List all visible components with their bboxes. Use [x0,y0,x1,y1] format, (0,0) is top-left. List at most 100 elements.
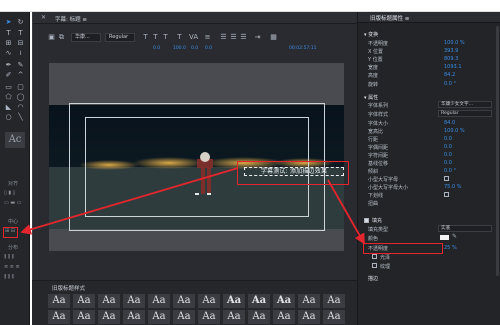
area-type-tool-icon[interactable]: ⊞ [4,39,13,47]
style-swatch[interactable]: Aa [98,294,120,308]
style-swatch[interactable]: Aa [298,310,320,324]
style-swatch[interactable]: Aa [223,294,245,308]
style-swatch[interactable]: Aa [73,294,95,308]
subtitle-text[interactable]: 字幕测试: 添加描边效果 [244,167,344,176]
font-family-select[interactable]: 华康... [71,33,101,42]
eyedropper-icon[interactable]: ✎ [452,233,457,240]
style-swatch[interactable]: Aa [48,310,70,324]
font-style-dropdown[interactable]: Regular [438,110,492,117]
style-swatch[interactable]: Aa [298,294,320,308]
wedge-tool-icon[interactable]: ◣ [4,103,13,111]
font-size-icon[interactable]: T [175,33,184,41]
arc-tool-icon[interactable]: ◠ [16,103,25,111]
properties-section-label[interactable]: ▾ 属性 [364,94,378,101]
style-swatch[interactable]: Aa [198,310,220,324]
stroke-section-label[interactable]: 描边 [368,275,378,282]
font-style-select[interactable]: Regular [105,33,135,42]
style-swatch[interactable]: Aa [248,294,270,308]
tracking-value[interactable]: 0.0 [153,46,160,51]
prop-value[interactable]: 0.0 [444,160,452,166]
style-swatch[interactable]: Aa [123,294,145,308]
title-canvas[interactable]: 字幕测试: 添加描边效果 [49,63,349,251]
transform-value[interactable]: 0.0 ° [444,81,456,87]
transform-value[interactable]: 100.0 % [444,40,465,46]
path-type-tool-icon[interactable]: ∿ [4,49,13,57]
prop-value[interactable]: 75.0 % [444,184,461,190]
vertical-type-tool-icon[interactable]: T [16,29,25,37]
transform-value[interactable]: 84.2 [444,72,455,78]
prop-value[interactable]: 0.0 [444,136,452,142]
timecode-display[interactable]: 00:02:57:11 [289,46,316,51]
style-swatch[interactable]: Aa [173,310,195,324]
style-swatch[interactable]: Aa [248,310,270,324]
italic-icon[interactable]: T [151,33,160,41]
bold-icon[interactable]: T [141,33,150,41]
fill-color-swatch[interactable] [440,235,449,240]
style-swatch[interactable]: Aa [48,294,70,308]
style-swatch[interactable]: Aa [148,294,170,308]
prop-value[interactable]: 0.0 ° [444,168,456,174]
align-right-icon[interactable]: ☰ [239,33,248,41]
distribute-icons-row-3[interactable]: ⫼ ⫼ ⫼ [4,274,14,280]
transform-value[interactable]: 809.3 [444,56,458,62]
add-anchor-icon[interactable]: ✐ [4,71,13,79]
background-video-icon[interactable]: ▦ [269,33,278,41]
transform-value[interactable]: 1093.1 [444,64,462,70]
rotate-tool-icon[interactable]: ↻ [16,18,25,26]
line-tool-icon[interactable]: ╲ [16,113,25,121]
vertical-path-type-icon[interactable]: ≀ [16,49,25,57]
pen-tool-icon[interactable]: ✒ [4,61,13,69]
style-swatch[interactable]: Aa [323,294,345,308]
font-family-dropdown[interactable]: 华康少女文字... [438,101,492,108]
rectangle-tool-icon[interactable]: ▭ [4,83,13,91]
style-swatch[interactable]: Aa [148,310,170,324]
align-icons-row[interactable]: ▯ ▮ ▯ [4,190,15,196]
selection-tool-icon[interactable]: ➤ [4,18,13,26]
close-icon[interactable]: ✕ [41,14,46,21]
style-swatch[interactable]: Aa [273,310,295,324]
style-swatch[interactable]: Aa [273,294,295,308]
style-swatch[interactable]: Aa [323,310,345,324]
ellipse-tool-icon[interactable]: ○ [4,113,13,121]
kerning-value[interactable]: 0.0 [191,46,198,51]
rounded-corner-rect-icon[interactable]: ◯ [16,93,25,101]
texture-checkbox[interactable] [372,263,377,268]
style-swatch[interactable]: Aa [73,310,95,324]
prop-value[interactable]: 100.0 % [444,128,465,134]
type-tool-icon[interactable]: T [4,29,13,37]
distribute-icons-row[interactable]: ⫼ ⫼ ⫼ [4,254,14,260]
vertical-area-type-icon[interactable]: ⊟ [16,39,25,47]
fill-type-dropdown[interactable]: 实底 [438,225,492,232]
clipped-rect-icon[interactable]: ⬠ [4,93,13,101]
font-size-value[interactable]: 100.0 [173,46,186,51]
prop-value[interactable]: 0.0 [444,152,452,158]
kerning-icon[interactable]: VA [189,33,198,41]
align-center-icon[interactable]: ☰ [229,33,238,41]
editor-tab-title[interactable]: 字幕: 标题 ≡ [55,15,87,23]
style-swatch[interactable]: Aa [223,310,245,324]
distribute-icons-row-2[interactable]: ≡ ≡ ≡ [4,264,20,270]
underline-icon[interactable]: T [161,33,170,41]
prop-value[interactable]: 0.0 [444,144,452,150]
fill-checkbox[interactable] [364,218,369,223]
delete-anchor-icon[interactable]: ✎ [16,61,25,69]
panel-scrollbar[interactable] [496,26,499,276]
style-swatch[interactable]: Aa [98,310,120,324]
align-icons-row-2[interactable]: ▭ ▬ ▭ [4,200,21,206]
style-swatch[interactable]: Aa [123,310,145,324]
style-swatch[interactable]: Aa [173,294,195,308]
leading-icon[interactable]: ≡ [203,33,212,41]
transform-value[interactable]: 393.9 [444,48,458,54]
underline-checkbox[interactable] [444,192,449,197]
style-swatch[interactable]: Aa [198,294,220,308]
prop-value[interactable]: 84.0 [444,120,455,126]
convert-anchor-icon[interactable]: ^ [16,71,25,79]
fill-opacity-value[interactable]: 25 % [444,245,457,251]
sheen-checkbox[interactable] [372,254,377,259]
transform-section-label[interactable]: ▾ 变换 [364,31,378,38]
tab-stops-icon[interactable]: ⇥ [253,33,262,41]
leading-value[interactable]: 0.0 [205,46,212,51]
rounded-rect-icon[interactable]: ▢ [16,83,25,91]
align-left-icon[interactable]: ☰ [219,33,228,41]
roll-crawl-icon[interactable]: ⧉ [57,33,66,41]
